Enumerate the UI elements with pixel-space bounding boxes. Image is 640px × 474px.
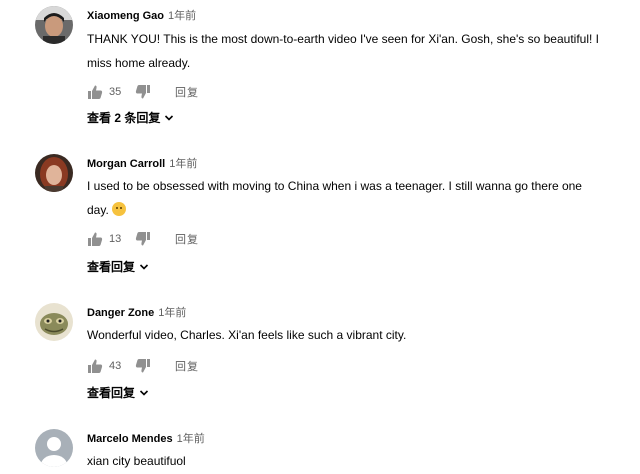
view-replies-label: 查看回复	[87, 260, 136, 274]
reply-button[interactable]: 回复	[175, 231, 199, 247]
comment-header: Danger Zone 1年前	[87, 303, 186, 321]
thumbs-down-icon[interactable]	[135, 231, 151, 247]
view-replies-label: 查看回复	[87, 386, 136, 400]
thumbs-down-icon[interactable]	[135, 358, 151, 374]
author-name[interactable]: Marcelo Mendes	[87, 433, 173, 445]
author-name[interactable]: Xiaomeng Gao	[87, 10, 164, 22]
chevron-down-icon	[165, 115, 174, 121]
avatar[interactable]	[35, 6, 73, 44]
view-replies-label: 查看 2 条回复	[87, 111, 161, 125]
comment-text: xian city beautifuol	[87, 454, 186, 468]
view-replies-button[interactable]: 查看回复	[87, 384, 149, 402]
comment-time[interactable]: 1年前	[177, 433, 205, 445]
comment-actions: 13 回复	[87, 230, 199, 248]
thumbs-up-icon[interactable]	[87, 84, 103, 100]
reply-button[interactable]: 回复	[175, 84, 199, 100]
thumbs-up-icon[interactable]	[87, 358, 103, 374]
thumbs-down-icon[interactable]	[135, 84, 151, 100]
thumbs-up-icon[interactable]	[87, 231, 103, 247]
avatar[interactable]	[35, 429, 73, 467]
comment-text-content: I used to be obsessed with moving to Chi…	[87, 179, 582, 217]
comment-header: Morgan Carroll 1年前	[87, 154, 197, 172]
author-name[interactable]: Morgan Carroll	[87, 158, 165, 170]
comment-actions: 35 回复	[87, 83, 199, 101]
reply-button[interactable]: 回复	[175, 358, 199, 374]
like-count: 13	[109, 233, 122, 245]
author-name[interactable]: Danger Zone	[87, 307, 154, 319]
view-replies-button[interactable]: 查看回复	[87, 258, 149, 276]
comment-text: I used to be obsessed with moving to Chi…	[87, 174, 607, 222]
view-replies-button[interactable]: 查看 2 条回复	[87, 109, 174, 127]
comment-text: THANK YOU! This is the most down-to-eart…	[87, 32, 599, 70]
comment-time[interactable]: 1年前	[169, 158, 197, 170]
chevron-down-icon	[139, 390, 149, 396]
avatar[interactable]	[35, 303, 73, 341]
like-count: 35	[109, 86, 122, 98]
comment-time[interactable]: 1年前	[168, 10, 196, 22]
comment-time[interactable]: 1年前	[158, 307, 186, 319]
chevron-down-icon	[139, 264, 149, 270]
comment-text: Wonderful video, Charles. Xi'an feels li…	[87, 328, 407, 342]
like-count: 43	[109, 360, 122, 372]
comment-header: Marcelo Mendes 1年前	[87, 429, 205, 447]
avatar[interactable]	[35, 154, 73, 192]
smiling-face-icon	[111, 202, 126, 216]
comment-actions: 43 回复	[87, 357, 199, 375]
comment-header: Xiaomeng Gao 1年前	[87, 6, 196, 24]
